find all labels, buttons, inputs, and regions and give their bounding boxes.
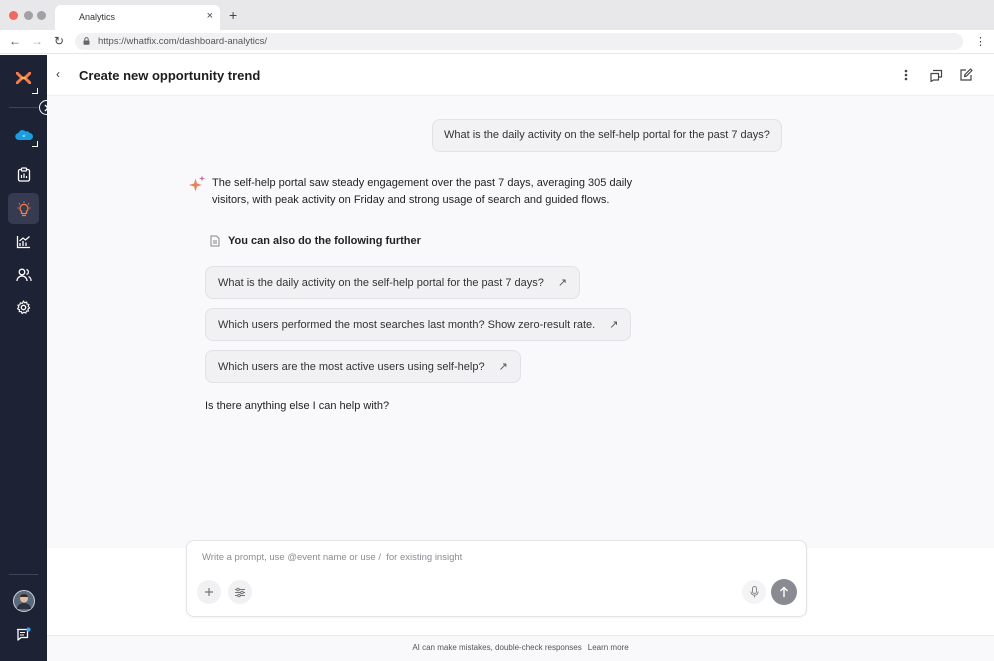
microphone-icon [749,586,759,598]
arrow-up-right-icon: ↗ [498,361,508,373]
page-title: Create new opportunity trend [79,68,261,83]
suggestion-chip[interactable]: Which users are the most active users us… [205,350,521,383]
footer-disclaimer: AI can make mistakes, double-check respo… [47,635,994,661]
followup-text: Is there anything else I can help with? [205,400,390,412]
back-chevron-icon[interactable]: ‹ [56,67,60,81]
arrow-up-icon [780,586,788,597]
chat-notification-icon[interactable] [8,619,39,650]
arrow-up-right-icon: ↗ [609,319,619,331]
user-message-bubble: What is the daily activity on the self-h… [432,119,782,152]
users-icon[interactable] [8,259,39,290]
window-maximize-dot[interactable] [37,11,46,20]
window-minimize-dot[interactable] [24,11,33,20]
arrow-up-right-icon: ↗ [557,277,568,289]
share-chat-icon[interactable] [928,67,944,83]
sidebar-divider [9,574,38,575]
svg-text:sf: sf [22,134,25,138]
url-field[interactable]: https://whatfix.com/dashboard-analytics/ [75,33,963,50]
corner-mark [32,141,38,147]
lightbulb-icon[interactable] [8,193,39,224]
main-panel: ‹ Create new opportunity trend What is t… [47,55,994,661]
filters-button[interactable] [228,580,252,604]
browser-tab-bar: Analytics × + [0,0,994,30]
forward-arrow-icon[interactable]: → [31,34,43,48]
back-arrow-icon[interactable]: ← [9,34,21,48]
learn-more-link[interactable]: Learn more [588,643,629,652]
url-text: https://whatfix.com/dashboard-analytics/ [98,36,267,47]
suggestion-text: What is the daily activity on the self-h… [218,276,544,289]
lock-icon [83,37,90,45]
document-icon [210,235,220,247]
browser-menu-icon[interactable]: ⋮ [975,35,986,48]
suggestion-text: Which users performed the most searches … [218,318,596,331]
sidebar-divider [9,107,38,108]
ai-answer-text: The self-help portal saw steady engageme… [212,175,682,209]
suggestion-chip[interactable]: Which users performed the most searches … [205,308,632,341]
address-bar: ← → ↻ https://whatfix.com/dashboard-anal… [0,30,994,54]
add-attachment-button[interactable] [197,580,221,604]
analytics-chart-icon[interactable] [8,226,39,257]
suggestions-heading: You can also do the following further [210,235,421,247]
prompt-input[interactable] [202,552,782,563]
edit-icon[interactable] [958,67,974,83]
left-sidebar: sf [0,55,54,661]
sliders-icon [235,587,245,597]
settings-gear-icon[interactable] [8,292,39,323]
tab-title: Analytics [79,12,116,22]
browser-tab[interactable]: Analytics × [55,5,220,30]
prompt-composer [186,540,807,617]
more-vertical-icon[interactable] [898,67,914,83]
suggestion-chip[interactable]: What is the daily activity on the self-h… [205,266,581,299]
tab-close-icon[interactable]: × [207,10,213,22]
new-tab-button[interactable]: + [229,8,237,22]
ai-sparkle-icon [189,175,205,192]
send-button[interactable] [771,579,797,605]
plus-icon [205,588,213,596]
suggestions-heading-text: You can also do the following further [228,235,421,247]
microphone-button[interactable] [742,580,766,604]
clipboard-icon[interactable] [8,159,39,190]
suggestion-text: Which users are the most active users us… [218,360,485,373]
reload-icon[interactable]: ↻ [54,34,64,48]
disclaimer-text: AI can make mistakes, double-check respo… [412,643,582,652]
answer-line: The self-help portal saw steady engageme… [212,177,633,189]
window-close-dot[interactable] [9,11,18,20]
answer-line: visitors, with peak activity on Friday a… [212,194,610,206]
corner-mark [32,88,38,94]
page-header: ‹ Create new opportunity trend [47,55,994,96]
avatar[interactable] [8,585,39,616]
